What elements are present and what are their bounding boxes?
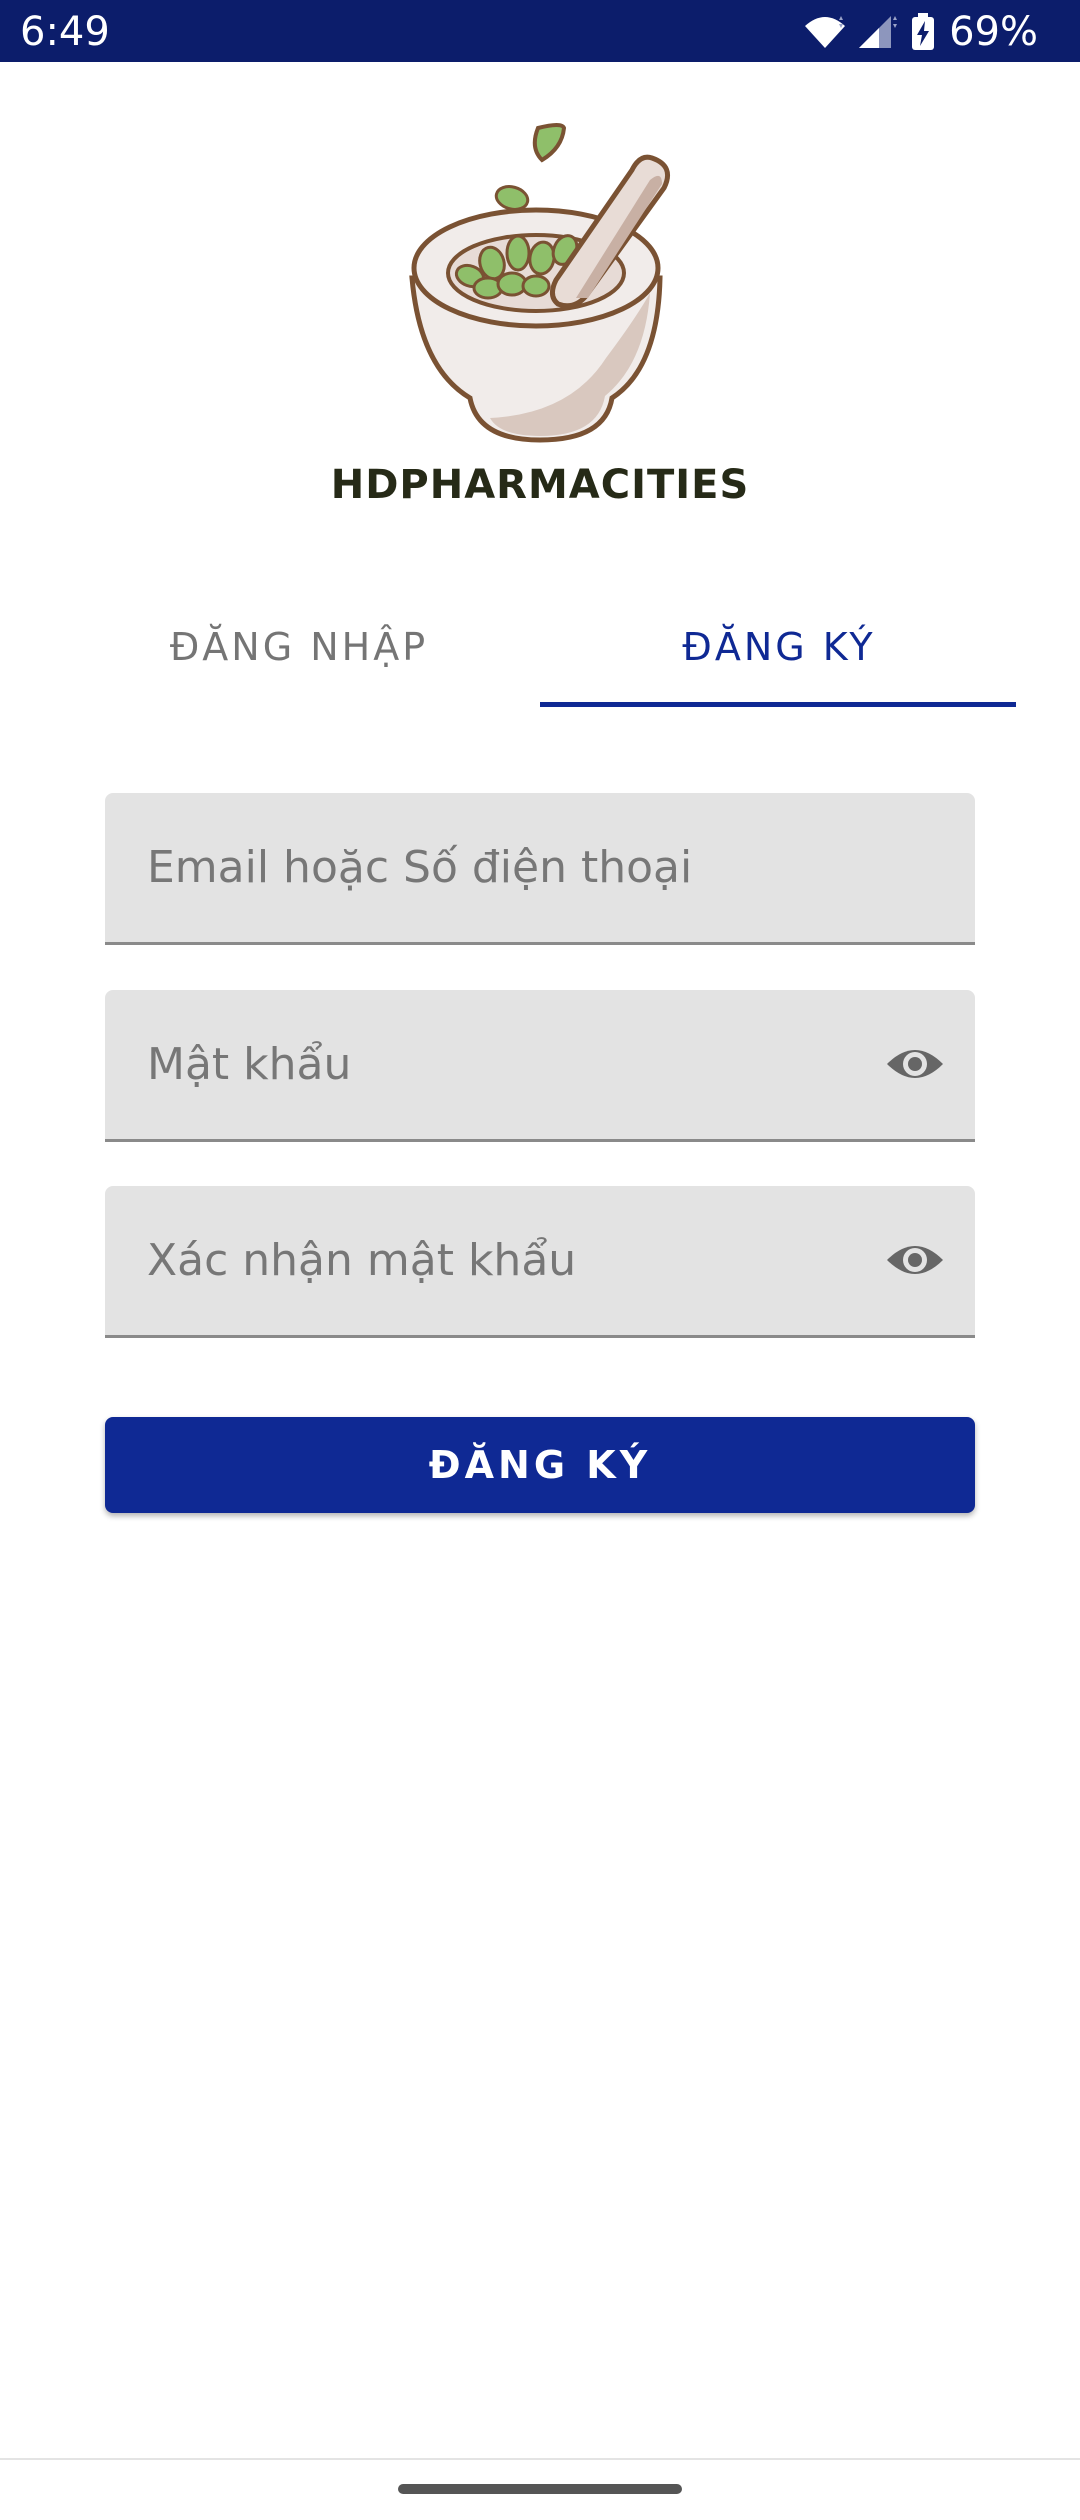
eye-icon[interactable] bbox=[885, 1040, 945, 1088]
home-indicator[interactable] bbox=[398, 2484, 682, 2494]
mortar-pestle-herbs-logo bbox=[409, 123, 670, 443]
wifi-icon bbox=[805, 16, 846, 48]
auth-tabs: ĐĂNG NHẬP ĐĂNG KÝ bbox=[60, 590, 1016, 710]
cell-signal-icon bbox=[859, 16, 898, 48]
nav-divider bbox=[0, 2458, 1080, 2460]
battery-percent: 69% bbox=[949, 9, 1038, 55]
tab-indicator bbox=[540, 702, 1016, 707]
eye-icon[interactable] bbox=[885, 1236, 945, 1284]
confirm-password-input[interactable] bbox=[147, 1186, 907, 1334]
confirm-password-field[interactable] bbox=[105, 1186, 975, 1338]
status-bar: 6:49 69% bbox=[0, 0, 1080, 62]
tab-login[interactable]: ĐĂNG NHẬP bbox=[60, 590, 538, 704]
password-input[interactable] bbox=[147, 990, 907, 1138]
password-field[interactable] bbox=[105, 990, 975, 1142]
email-input[interactable] bbox=[147, 793, 907, 941]
brand-title: HDPHARMACITIES bbox=[330, 462, 750, 508]
battery-charging-icon bbox=[912, 13, 935, 50]
app-logo bbox=[400, 118, 680, 458]
status-time: 6:49 bbox=[20, 9, 110, 55]
register-button[interactable]: ĐĂNG KÝ bbox=[105, 1417, 975, 1513]
tab-register[interactable]: ĐĂNG KÝ bbox=[540, 590, 1018, 704]
status-icons: 69% bbox=[803, 8, 1038, 56]
email-field[interactable] bbox=[105, 793, 975, 945]
